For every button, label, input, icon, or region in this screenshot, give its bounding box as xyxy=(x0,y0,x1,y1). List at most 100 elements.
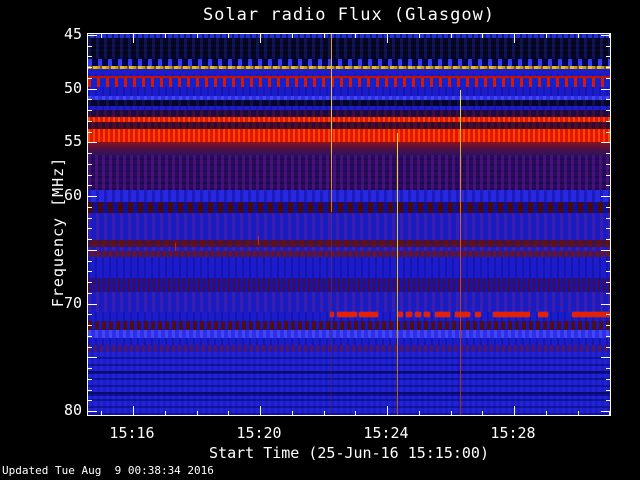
spectrogram-band xyxy=(88,345,610,352)
y-axis-tick xyxy=(606,325,610,326)
y-tick-label: 60 xyxy=(63,186,82,204)
spectrogram-band xyxy=(88,122,610,129)
y-axis-tick xyxy=(88,347,92,348)
y-axis-tick xyxy=(606,336,610,337)
y-axis-tick xyxy=(606,110,610,111)
x-axis-tick xyxy=(482,411,483,415)
spectrogram-band xyxy=(88,371,610,374)
y-axis-tick xyxy=(88,336,92,337)
x-axis-tick xyxy=(101,34,102,38)
x-axis-tick xyxy=(324,34,325,38)
y-axis-tick xyxy=(601,357,610,358)
x-axis-tick xyxy=(133,406,134,415)
x-axis-tick xyxy=(355,411,356,415)
x-axis-tick xyxy=(387,406,388,415)
y-axis-tick xyxy=(88,185,92,186)
x-axis-tick xyxy=(260,406,261,415)
y-axis-tick xyxy=(88,379,92,380)
spectrogram-band xyxy=(88,129,610,142)
y-axis-tick xyxy=(606,261,610,262)
rfi-dash-segment xyxy=(493,312,530,317)
x-axis-title: Start Time (25-Jun-16 15:15:00) xyxy=(209,444,489,462)
y-axis-tick xyxy=(88,67,92,68)
y-axis-tick xyxy=(88,411,97,412)
rfi-dash-segment xyxy=(337,312,357,317)
y-axis-tick xyxy=(88,390,92,391)
y-axis-tick xyxy=(88,304,97,305)
y-axis-tick xyxy=(88,110,92,111)
spectrogram-band xyxy=(88,338,610,345)
y-tick-label: 80 xyxy=(63,401,82,419)
spectrogram-band xyxy=(88,190,610,202)
y-tick-label: 50 xyxy=(63,79,82,97)
x-tick-label: 15:28 xyxy=(490,424,536,442)
spectrogram-band xyxy=(88,257,610,278)
y-axis-tick xyxy=(88,218,92,219)
spectrogram-band xyxy=(88,155,610,190)
y-axis-tick xyxy=(606,153,610,154)
spectrogram-band xyxy=(88,352,610,415)
y-axis-tick xyxy=(88,357,97,358)
rfi-dash-segment xyxy=(415,312,421,317)
spectrogram-band xyxy=(88,392,610,396)
y-tick-label: 70 xyxy=(63,294,82,312)
y-axis-tick xyxy=(601,196,610,197)
spectrogram-band xyxy=(88,87,610,96)
y-axis-tick xyxy=(606,293,610,294)
rfi-dash-segment xyxy=(475,312,481,317)
y-axis-tick xyxy=(606,67,610,68)
y-axis-tick xyxy=(606,347,610,348)
x-tick-label: 15:20 xyxy=(236,424,282,442)
x-tick-label: 15:16 xyxy=(109,424,155,442)
y-axis-tick xyxy=(606,228,610,229)
y-axis-tick xyxy=(601,250,610,251)
rfi-dash-segment xyxy=(455,312,470,317)
x-axis-tick xyxy=(355,34,356,38)
x-axis-tick xyxy=(387,34,388,43)
y-axis-tick xyxy=(606,271,610,272)
spectrogram-band xyxy=(88,278,610,292)
y-axis-tick xyxy=(88,56,92,57)
y-axis-tick xyxy=(606,132,610,133)
x-axis-tick xyxy=(197,34,198,38)
y-axis-tick xyxy=(601,89,610,90)
spectrogram-band xyxy=(88,202,610,213)
spectrogram-band xyxy=(88,330,610,338)
y-axis-tick xyxy=(88,368,92,369)
y-axis-tick xyxy=(606,379,610,380)
y-axis-tick xyxy=(88,250,97,251)
y-axis-tick xyxy=(606,175,610,176)
y-axis-tick xyxy=(88,142,97,143)
y-axis-tick xyxy=(88,164,92,165)
x-axis-tick xyxy=(133,34,134,43)
spectrogram-band xyxy=(88,321,610,330)
y-axis-tick xyxy=(88,89,97,90)
radio-burst-line xyxy=(460,90,461,415)
y-axis-tick xyxy=(88,46,92,47)
y-axis-tick xyxy=(606,46,610,47)
spectrogram-band xyxy=(88,292,610,312)
rfi-dash-segment xyxy=(435,312,450,317)
y-axis-tick xyxy=(601,142,610,143)
radio-burst-line xyxy=(331,212,332,415)
x-axis-tick xyxy=(609,34,610,38)
y-axis-tick xyxy=(606,164,610,165)
y-axis-tick xyxy=(88,78,92,79)
y-axis-tick xyxy=(606,121,610,122)
y-axis-tick xyxy=(88,325,92,326)
spectrogram-band xyxy=(88,38,610,59)
x-tick-label: 15:24 xyxy=(363,424,409,442)
y-axis-tick xyxy=(88,400,92,401)
x-axis-tick xyxy=(419,411,420,415)
x-axis-tick xyxy=(292,34,293,38)
x-axis-tick xyxy=(451,34,452,38)
y-axis-tick xyxy=(88,261,92,262)
x-axis-tick xyxy=(228,411,229,415)
y-axis-tick xyxy=(88,175,92,176)
x-axis-tick xyxy=(101,411,102,415)
y-axis-tick xyxy=(606,282,610,283)
chart-title: Solar radio Flux (Glasgow) xyxy=(202,5,496,25)
y-axis-tick xyxy=(88,271,92,272)
y-axis-tick xyxy=(606,400,610,401)
x-axis-tick xyxy=(419,34,420,38)
